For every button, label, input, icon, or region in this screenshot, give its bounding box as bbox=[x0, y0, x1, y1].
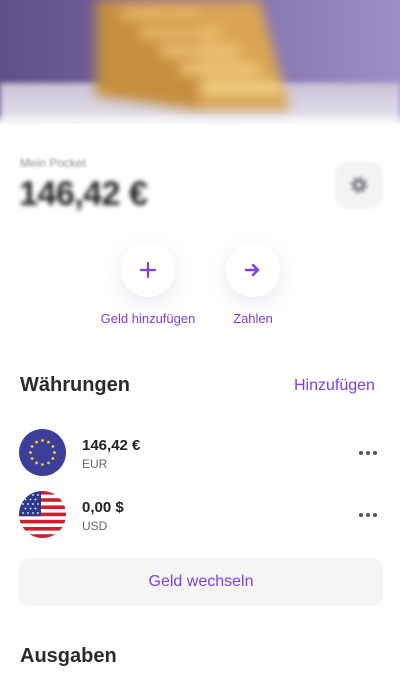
add-currency-link[interactable]: Hinzufügen bbox=[294, 377, 375, 395]
arrow-right-icon bbox=[244, 263, 260, 277]
spending-title: Ausgaben bbox=[20, 645, 117, 667]
more-options-icon[interactable] bbox=[353, 441, 383, 465]
plus-icon bbox=[139, 261, 157, 279]
us-flag-icon bbox=[19, 491, 66, 538]
add-money-action[interactable]: Geld hinzufügen bbox=[98, 243, 198, 326]
exchange-money-button[interactable]: Geld wechseln bbox=[19, 558, 383, 606]
currency-code: USD bbox=[82, 519, 108, 533]
currencies-title: Währungen bbox=[20, 374, 130, 396]
pay-action[interactable]: Zahlen bbox=[203, 243, 303, 326]
pocket-balance: 146,42 € bbox=[19, 175, 148, 213]
currency-code: EUR bbox=[82, 457, 108, 471]
add-money-button[interactable] bbox=[121, 243, 175, 297]
staircase-illustration bbox=[96, 0, 290, 110]
pay-label: Zahlen bbox=[233, 311, 273, 326]
pocket-label: Mein Pocket bbox=[20, 156, 87, 170]
currency-row-usd[interactable]: 0,00 $ USD bbox=[19, 491, 383, 539]
gear-icon bbox=[350, 176, 368, 194]
add-money-label: Geld hinzufügen bbox=[100, 311, 196, 326]
currency-row-eur[interactable]: 146,42 € EUR bbox=[19, 429, 383, 477]
more-options-icon[interactable] bbox=[353, 503, 383, 527]
hero-banner-image bbox=[0, 0, 400, 125]
pay-button[interactable] bbox=[226, 243, 280, 297]
eu-flag-icon bbox=[19, 429, 66, 476]
hero-fade bbox=[0, 113, 400, 125]
currency-amount: 0,00 $ bbox=[82, 499, 124, 516]
currency-amount: 146,42 € bbox=[82, 437, 141, 454]
settings-button[interactable] bbox=[335, 161, 383, 209]
